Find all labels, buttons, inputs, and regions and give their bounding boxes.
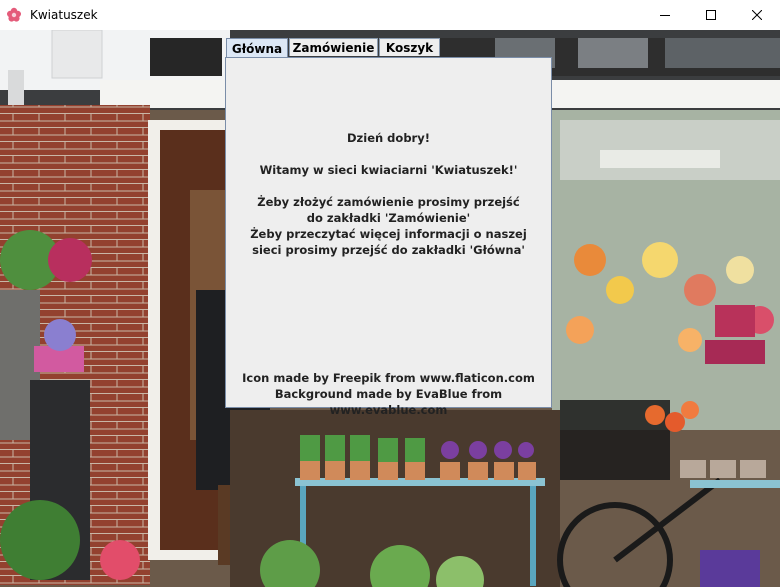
order-instruction-line1: Żeby złożyć zamówienie prosimy przejść — [257, 195, 520, 209]
icon-credit: Icon made by Freepik from www.flaticon.c… — [242, 371, 535, 385]
welcome-message: Witamy w sieci kwiaciarni 'Kwiatuszek!' — [259, 163, 518, 177]
credits: Icon made by Freepik from www.flaticon.c… — [226, 370, 551, 418]
info-instruction-line2: sieci prosimy przejść do zakładki 'Główn… — [252, 243, 525, 257]
minimize-button[interactable] — [642, 0, 688, 30]
tab-koszyk[interactable]: Koszyk — [379, 38, 440, 56]
close-icon — [752, 10, 762, 20]
tab-zamowienie-label: Zamówienie — [292, 40, 375, 55]
main-panel: Dzień dobry! Witamy w sieci kwiaciarni '… — [225, 57, 552, 417]
close-button[interactable] — [734, 0, 780, 30]
tab-zamowienie[interactable]: Zamówienie — [289, 38, 378, 56]
order-instruction-line2: do zakładki 'Zamówienie' — [306, 211, 471, 225]
window-title: Kwiatuszek — [30, 8, 98, 22]
tab-koszyk-label: Koszyk — [385, 40, 434, 55]
tab-bar: Główna Zamówienie Koszyk — [226, 38, 441, 58]
tab-glowna[interactable]: Główna — [226, 38, 288, 58]
title-bar: Kwiatuszek — [0, 0, 780, 30]
flower-icon — [6, 7, 22, 23]
background-credit: Background made by EvaBlue from www.evab… — [274, 387, 503, 417]
welcome-text: Dzień dobry! Witamy w sieci kwiaciarni '… — [226, 130, 551, 258]
maximize-button[interactable] — [688, 0, 734, 30]
greeting-text: Dzień dobry! — [347, 131, 430, 145]
maximize-icon — [706, 10, 716, 20]
minimize-icon — [660, 15, 670, 16]
tab-glowna-label: Główna — [231, 41, 283, 56]
info-instruction-line1: Żeby przeczytać więcej informacji o nasz… — [250, 227, 527, 241]
